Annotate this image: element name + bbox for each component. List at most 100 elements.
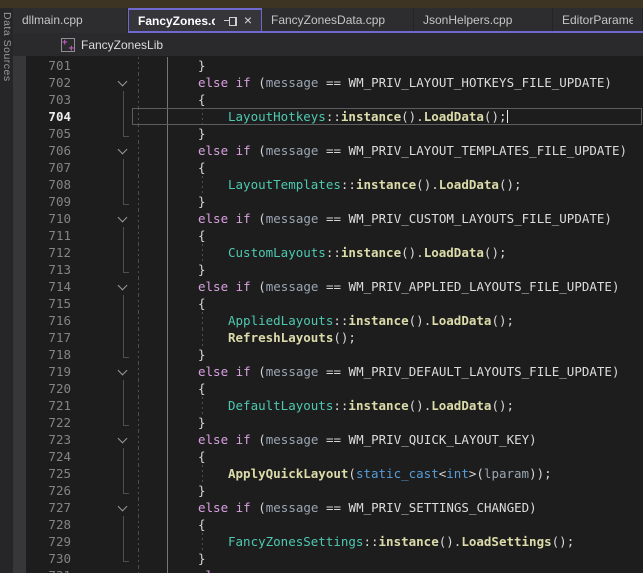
code-line-711[interactable]: 711{ bbox=[13, 227, 643, 244]
code-line-706[interactable]: 706else if (message == WM_PRIV_LAYOUT_TE… bbox=[13, 142, 643, 159]
code-line-731[interactable]: 731else bbox=[13, 567, 643, 573]
line-number[interactable]: 713 bbox=[29, 261, 71, 278]
code-line-725[interactable]: 725ApplyQuickLayout(static_cast<int>(lpa… bbox=[13, 465, 643, 482]
line-number[interactable]: 724 bbox=[29, 448, 71, 465]
fold-outline-mark bbox=[116, 193, 132, 210]
fold-collapse-chevron-icon[interactable] bbox=[116, 567, 132, 573]
code-line-707[interactable]: 707{ bbox=[13, 159, 643, 176]
line-number[interactable]: 703 bbox=[29, 91, 71, 108]
code-line-727[interactable]: 727else if (message == WM_PRIV_SETTINGS_… bbox=[13, 499, 643, 516]
fold-collapse-chevron-icon[interactable] bbox=[116, 142, 132, 159]
code-line-704[interactable]: 704LayoutHotkeys::instance().LoadData(); bbox=[13, 108, 643, 125]
line-number[interactable]: 720 bbox=[29, 380, 71, 397]
breadcrumb-scope[interactable]: FancyZonesLib bbox=[81, 38, 163, 52]
tab-editorparamete[interactable]: EditorParamete bbox=[553, 8, 643, 31]
code-line-708[interactable]: 708LayoutTemplates::instance().LoadData(… bbox=[13, 176, 643, 193]
code-line-720[interactable]: 720 { bbox=[13, 380, 643, 397]
line-number[interactable]: 722 bbox=[29, 414, 71, 431]
indent-guide bbox=[167, 397, 168, 414]
code-line-709[interactable]: 709} bbox=[13, 193, 643, 210]
tab-jsonhelpers-cpp[interactable]: JsonHelpers.cpp bbox=[414, 8, 553, 31]
line-number[interactable]: 709 bbox=[29, 193, 71, 210]
code-line-712[interactable]: 712CustomLayouts::instance().LoadData(); bbox=[13, 244, 643, 261]
line-number[interactable]: 725 bbox=[29, 465, 71, 482]
line-number[interactable]: 701 bbox=[29, 57, 71, 74]
line-number[interactable]: 721 bbox=[29, 397, 71, 414]
fold-collapse-chevron-icon[interactable] bbox=[116, 74, 132, 91]
code-line-724[interactable]: 724{ bbox=[13, 448, 643, 465]
line-number[interactable]: 726 bbox=[29, 482, 71, 499]
pin-icon[interactable] bbox=[224, 14, 237, 27]
code-line-729[interactable]: 729FancyZonesSettings::instance().LoadSe… bbox=[13, 533, 643, 550]
line-number[interactable]: 712 bbox=[29, 244, 71, 261]
code-line-726[interactable]: 726} bbox=[13, 482, 643, 499]
indent-guide bbox=[167, 295, 168, 312]
line-number[interactable]: 714 bbox=[29, 278, 71, 295]
line-number[interactable]: 707 bbox=[29, 159, 71, 176]
fold-collapse-chevron-icon[interactable] bbox=[116, 210, 132, 227]
code-line-722[interactable]: 722} bbox=[13, 414, 643, 431]
indent-guide bbox=[202, 244, 203, 261]
code-line-730[interactable]: 730} bbox=[13, 550, 643, 567]
indent-guide bbox=[138, 465, 139, 482]
line-number[interactable]: 702 bbox=[29, 74, 71, 91]
line-number[interactable]: 719 bbox=[29, 363, 71, 380]
tab-dllmain-cpp[interactable]: dllmain.cpp bbox=[13, 8, 128, 31]
tab-fancyzonesdata-cpp[interactable]: FancyZonesData.cpp bbox=[262, 8, 414, 31]
code-line-717[interactable]: 717RefreshLayouts(); bbox=[13, 329, 643, 346]
code-line-721[interactable]: 721DefaultLayouts::instance().LoadData()… bbox=[13, 397, 643, 414]
code-line-710[interactable]: 710else if (message == WM_PRIV_CUSTOM_LA… bbox=[13, 210, 643, 227]
line-number[interactable]: 716 bbox=[29, 312, 71, 329]
data-sources-tab-label[interactable]: Data Sources bbox=[0, 12, 13, 82]
indent-guide bbox=[138, 516, 139, 533]
fold-collapse-chevron-icon[interactable] bbox=[116, 431, 132, 448]
line-number[interactable]: 705 bbox=[29, 125, 71, 142]
line-number[interactable]: 723 bbox=[29, 431, 71, 448]
code-line-719[interactable]: 719else if (message == WM_PRIV_DEFAULT_L… bbox=[13, 363, 643, 380]
code-text: else if (message == WM_PRIV_APPLIED_LAYO… bbox=[198, 278, 619, 295]
code-line-701[interactable]: 701} bbox=[13, 57, 643, 74]
document-tabbar: dllmain.cppFancyZones.cpp×FancyZonesData… bbox=[13, 8, 643, 33]
line-number[interactable]: 708 bbox=[29, 176, 71, 193]
line-number[interactable]: 727 bbox=[29, 499, 71, 516]
indent-guide bbox=[167, 465, 168, 482]
line-number[interactable]: 704 bbox=[29, 108, 71, 125]
indent-guide bbox=[138, 176, 139, 193]
code-line-718[interactable]: 718} bbox=[13, 346, 643, 363]
line-number[interactable]: 731 bbox=[29, 567, 71, 573]
line-number[interactable]: 710 bbox=[29, 210, 71, 227]
indent-guide bbox=[138, 448, 139, 465]
code-text: { bbox=[198, 380, 206, 397]
code-line-702[interactable]: 702else if (message == WM_PRIV_LAYOUT_HO… bbox=[13, 74, 643, 91]
indent-guide bbox=[138, 278, 139, 295]
code-line-716[interactable]: 716AppliedLayouts::instance().LoadData()… bbox=[13, 312, 643, 329]
code-line-714[interactable]: 714 else if (message == WM_PRIV_APPLIED_L… bbox=[13, 278, 643, 295]
code-line-715[interactable]: 715 { bbox=[13, 295, 643, 312]
line-number[interactable]: 728 bbox=[29, 516, 71, 533]
fold-collapse-chevron-icon[interactable] bbox=[116, 499, 132, 516]
code-line-723[interactable]: 723else if (message == WM_PRIV_QUICK_LAY… bbox=[13, 431, 643, 448]
code-text: } bbox=[198, 261, 206, 278]
indent-guide bbox=[167, 108, 168, 125]
line-number[interactable]: 717 bbox=[29, 329, 71, 346]
code-line-705[interactable]: 705} bbox=[13, 125, 643, 142]
fold-collapse-chevron-icon[interactable] bbox=[116, 278, 132, 295]
line-number[interactable]: 715 bbox=[29, 295, 71, 312]
fold-collapse-chevron-icon[interactable] bbox=[116, 363, 132, 380]
indent-guide bbox=[138, 244, 139, 261]
indent-guide bbox=[167, 482, 168, 499]
code-line-703[interactable]: 703{ bbox=[13, 91, 643, 108]
code-line-728[interactable]: 728{ bbox=[13, 516, 643, 533]
indent-guide bbox=[138, 142, 139, 159]
line-number[interactable]: 711 bbox=[29, 227, 71, 244]
data-sources-rail[interactable]: Data Sources bbox=[0, 8, 13, 573]
line-number[interactable]: 730 bbox=[29, 550, 71, 567]
code-line-713[interactable]: 713} bbox=[13, 261, 643, 278]
code-text: { bbox=[198, 295, 206, 312]
line-number[interactable]: 706 bbox=[29, 142, 71, 159]
close-icon[interactable]: × bbox=[244, 14, 252, 27]
tab-fancyzones-cpp[interactable]: FancyZones.cpp× bbox=[128, 8, 262, 31]
code-editor[interactable]: 701}702else if (message == WM_PRIV_LAYOU… bbox=[13, 56, 643, 573]
line-number[interactable]: 718 bbox=[29, 346, 71, 363]
line-number[interactable]: 729 bbox=[29, 533, 71, 550]
